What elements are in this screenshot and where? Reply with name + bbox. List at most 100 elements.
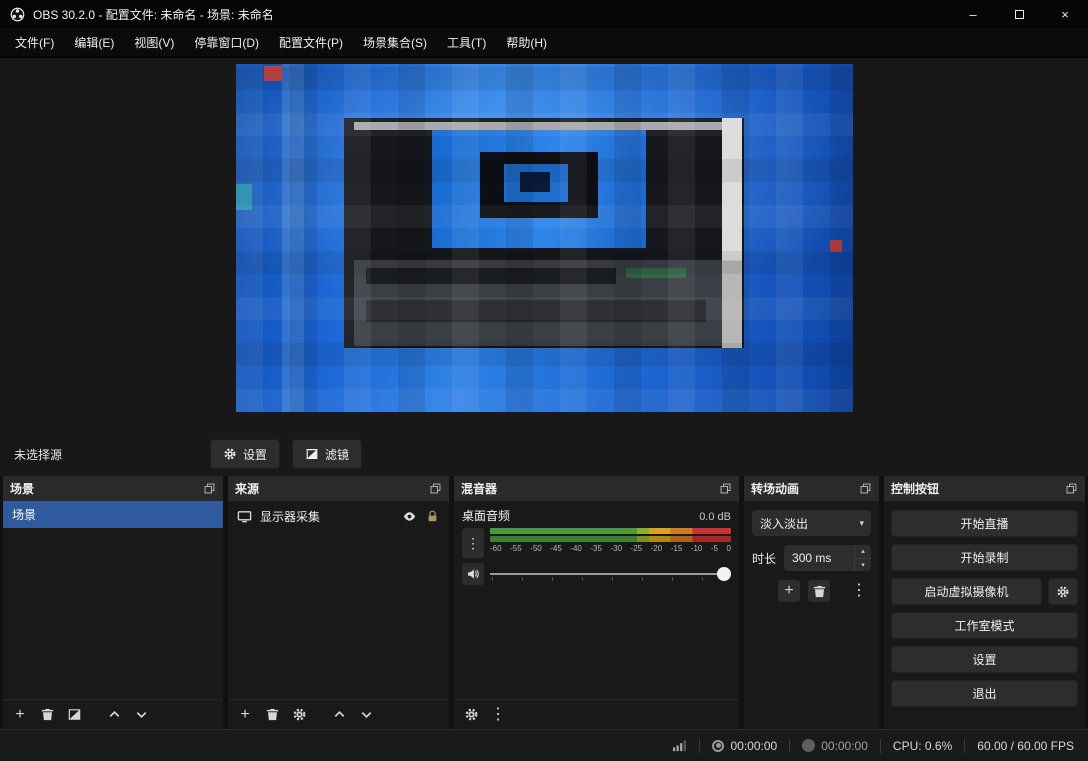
studio-mode-button[interactable]: 工作室模式 [891,612,1078,639]
menu-item-tools[interactable]: 工具(T) [437,29,496,56]
preview-canvas[interactable] [236,64,853,412]
advanced-audio-button[interactable] [459,703,483,727]
mixer-menu-button[interactable]: ⋮ [486,703,510,727]
sources-dock-header[interactable]: 来源 [228,476,449,501]
scale-tick: -50 [530,544,542,553]
chevron-down-icon [134,707,149,722]
window-title: OBS 30.2.0 - 配置文件: 未命名 - 场景: 未命名 [33,6,274,23]
move-scene-down-button[interactable] [129,703,153,727]
virtual-camera-settings-button[interactable] [1048,578,1078,605]
move-source-up-button[interactable] [327,703,351,727]
slider-handle[interactable] [717,567,731,581]
menu-item-edit[interactable]: 编辑(E) [64,29,124,56]
source-properties-label: 设置 [243,446,267,463]
spin-up-button[interactable]: ▴ [855,545,871,558]
volume-meter-left [490,528,731,534]
transition-selected-value: 淡入淡出 [760,515,808,532]
menubar: 文件(F) 编辑(E) 视图(V) 停靠窗口(D) 配置文件(P) 场景集合(S… [0,28,1088,58]
obs-window: OBS 30.2.0 - 配置文件: 未命名 - 场景: 未命名 – × 文件(… [0,0,1088,761]
gear-icon [292,707,307,722]
duration-label: 时长 [752,550,776,567]
maximize-button[interactable] [996,0,1042,28]
transitions-dock-title: 转场动画 [751,480,799,497]
mute-button[interactable] [462,563,484,585]
scale-tick: -45 [550,544,562,553]
add-source-button[interactable]: + [233,703,257,727]
start-streaming-button[interactable]: 开始直播 [891,510,1078,537]
menu-item-scene-collection[interactable]: 场景集合(S) [353,29,437,56]
scene-item[interactable]: 场景 [3,501,223,528]
source-filters-button[interactable]: 滤镜 [292,439,362,469]
add-scene-button[interactable]: + [8,703,32,727]
transition-properties-button[interactable]: ⋮ [848,580,870,602]
controls-dock-header[interactable]: 控制按钮 [884,476,1085,501]
plus-icon: + [784,583,793,599]
transition-select[interactable]: 淡入淡出 ▾ [752,510,871,536]
source-toolbar: 未选择源 设置 滤镜 [0,432,1088,476]
trash-icon [812,584,827,599]
menu-item-help[interactable]: 帮助(H) [496,29,557,56]
transitions-dock-header[interactable]: 转场动画 [744,476,879,501]
scenes-dock-header[interactable]: 场景 [3,476,223,501]
popout-icon[interactable] [859,482,872,495]
menu-item-view[interactable]: 视图(V) [124,29,184,56]
popout-icon[interactable] [429,482,442,495]
channel-name: 桌面音频 [462,507,510,524]
volume-slider[interactable] [490,563,731,585]
lock-icon[interactable] [425,509,440,524]
statusbar: 00:00:00 00:00:00 CPU: 0.6% 60.00 / 60.0… [0,729,1088,761]
kebab-dots-icon: ⋮ [490,707,506,723]
duration-value: 300 ms [792,551,831,565]
scale-tick: -35 [590,544,602,553]
plus-icon: + [15,707,24,723]
start-virtual-camera-button[interactable]: 启动虚拟摄像机 [891,578,1042,605]
exit-button[interactable]: 退出 [891,680,1078,707]
scale-tick: -40 [570,544,582,553]
minimize-button[interactable]: – [950,0,996,28]
menu-item-profile[interactable]: 配置文件(P) [269,29,353,56]
spin-down-button[interactable]: ▾ [855,558,871,572]
scenes-dock: 场景 场景 + [3,476,223,729]
menu-item-file[interactable]: 文件(F) [5,29,64,56]
monitor-icon [237,509,252,524]
source-properties-gear-button[interactable] [287,703,311,727]
close-button[interactable]: × [1042,0,1088,28]
scale-tick: -25 [631,544,643,553]
start-recording-button[interactable]: 开始录制 [891,544,1078,571]
mixer-dock-header[interactable]: 混音器 [454,476,739,501]
scale-tick: -5 [711,544,718,553]
source-properties-button[interactable]: 设置 [210,439,280,469]
audio-options-button[interactable]: ⋮ [462,528,484,558]
divider [964,739,965,753]
popout-icon[interactable] [1065,482,1078,495]
stream-status: 00:00:00 [712,739,777,753]
meter-scale: -60 -55 -50 -45 -40 -35 -30 -25 -20 -15 [490,544,731,553]
visibility-eye-icon[interactable] [402,509,417,524]
divider [880,739,881,753]
popout-icon[interactable] [719,482,732,495]
settings-button[interactable]: 设置 [891,646,1078,673]
chevron-up-icon [332,707,347,722]
menu-item-docks[interactable]: 停靠窗口(D) [184,29,269,56]
remove-source-button[interactable] [260,703,284,727]
add-transition-button[interactable]: + [778,580,800,602]
record-status: 00:00:00 [802,739,868,753]
audio-mixer-dock: 混音器 桌面音频 0.0 dB ⋮ [454,476,739,729]
filter-icon [305,447,319,461]
stream-time: 00:00:00 [730,739,777,753]
popout-icon[interactable] [203,482,216,495]
mosaic-overlay [236,64,853,412]
move-source-down-button[interactable] [354,703,378,727]
remove-transition-button[interactable] [808,580,830,602]
titlebar: OBS 30.2.0 - 配置文件: 未命名 - 场景: 未命名 – × [0,0,1088,28]
transitions-dock: 转场动画 淡入淡出 ▾ 时长 300 ms [744,476,879,729]
network-signal-icon [672,738,687,753]
duration-spinbox[interactable]: 300 ms ▴ ▾ [784,545,871,571]
remove-scene-button[interactable] [35,703,59,727]
mixer-toolbar: ⋮ [454,699,739,729]
source-toolbar-buttons: 设置 滤镜 [210,439,362,469]
scene-filters-button[interactable] [62,703,86,727]
move-scene-up-button[interactable] [102,703,126,727]
record-time: 00:00:00 [821,739,868,753]
source-item[interactable]: 显示器采集 [228,501,449,531]
